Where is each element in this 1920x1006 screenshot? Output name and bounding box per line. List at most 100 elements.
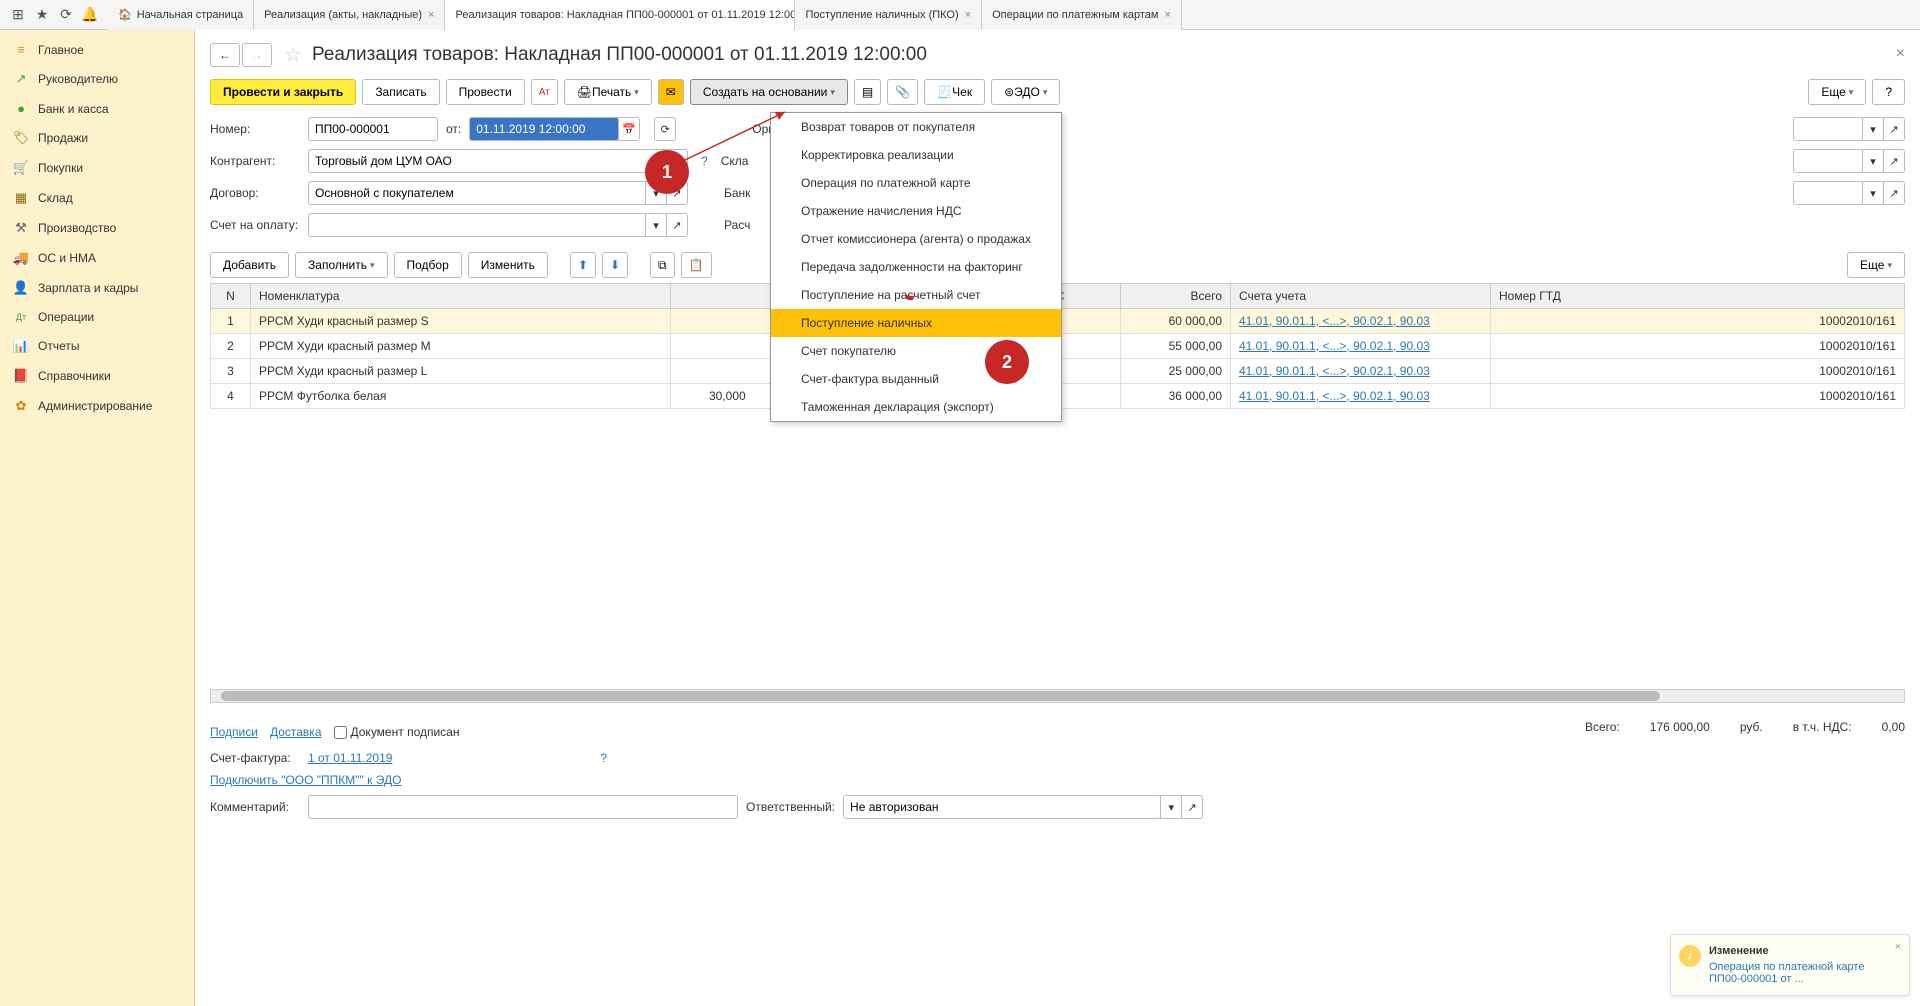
dropdown-item[interactable]: Передача задолженности на факторинг bbox=[771, 253, 1061, 281]
email-button[interactable]: ✉ bbox=[658, 79, 684, 105]
contract-input[interactable] bbox=[308, 181, 646, 205]
counterparty-input[interactable] bbox=[308, 149, 667, 173]
sidebar-item-reports[interactable]: 📊Отчеты bbox=[0, 331, 194, 361]
attach-button[interactable]: 📎 bbox=[887, 79, 918, 105]
table-more-button[interactable]: Еще bbox=[1847, 252, 1905, 278]
more-button[interactable]: Еще bbox=[1808, 79, 1866, 105]
col-accounts[interactable]: Счета учета bbox=[1231, 284, 1491, 309]
help-icon[interactable]: ? bbox=[600, 751, 607, 765]
accounts-link[interactable]: 41.01, 90.01.1, <...>, 90.02.1, 90.03 bbox=[1239, 389, 1430, 403]
dropdown-item[interactable]: Возврат товаров от покупателя bbox=[771, 113, 1061, 141]
horizontal-scrollbar[interactable] bbox=[210, 689, 1905, 703]
bank-input[interactable] bbox=[1793, 181, 1863, 205]
post-and-close-button[interactable]: Провести и закрыть bbox=[210, 79, 356, 105]
fill-button[interactable]: Заполнить bbox=[295, 252, 387, 278]
dropdown-item[interactable]: Отчет комиссионера (агента) о продажах bbox=[771, 225, 1061, 253]
dropdown-icon[interactable]: ▾ bbox=[1160, 795, 1182, 819]
move-up-button[interactable]: ⬆ bbox=[570, 252, 596, 278]
dropdown-item[interactable]: Операция по платежной карте bbox=[771, 169, 1061, 197]
close-icon[interactable]: × bbox=[965, 9, 971, 21]
accounts-link[interactable]: 41.01, 90.01.1, <...>, 90.02.1, 90.03 bbox=[1239, 339, 1430, 353]
col-n[interactable]: N bbox=[211, 284, 251, 309]
refresh-icon[interactable]: ⟳ bbox=[654, 117, 676, 141]
dropdown-item[interactable]: Корректировка реализации bbox=[771, 141, 1061, 169]
date-input[interactable] bbox=[469, 117, 619, 141]
move-down-button[interactable]: ⬇ bbox=[602, 252, 628, 278]
dropdown-icon[interactable]: ▾ bbox=[1862, 117, 1884, 141]
invoice-input[interactable] bbox=[308, 213, 646, 237]
close-icon[interactable]: × bbox=[1164, 9, 1170, 21]
close-icon[interactable]: × bbox=[428, 9, 434, 21]
warehouse-input[interactable] bbox=[1793, 149, 1863, 173]
tab-cash-receipt[interactable]: Поступление наличных (ПКО)× bbox=[795, 0, 982, 30]
col-total[interactable]: Всего bbox=[1121, 284, 1231, 309]
post-button[interactable]: Провести bbox=[446, 79, 525, 105]
sidebar-item-sales[interactable]: 🏷Продажи bbox=[0, 123, 194, 153]
create-based-button[interactable]: Создать на основании bbox=[690, 79, 848, 105]
sidebar-item-production[interactable]: ⚒Производство bbox=[0, 213, 194, 243]
delivery-link[interactable]: Доставка bbox=[270, 725, 322, 739]
back-button[interactable]: ← bbox=[210, 43, 240, 67]
col-name[interactable]: Номенклатура bbox=[251, 284, 671, 309]
sidebar-item-catalogs[interactable]: 📕Справочники bbox=[0, 361, 194, 391]
open-icon[interactable]: ↗ bbox=[1883, 117, 1905, 141]
accounts-link[interactable]: 41.01, 90.01.1, <...>, 90.02.1, 90.03 bbox=[1239, 314, 1430, 328]
col-gtd[interactable]: Номер ГТД bbox=[1491, 284, 1905, 309]
sidebar-item-hr[interactable]: 👤Зарплата и кадры bbox=[0, 273, 194, 303]
dropdown-icon[interactable]: ▾ bbox=[1862, 181, 1884, 205]
favorite-icon[interactable]: ☆ bbox=[284, 42, 302, 67]
help-button[interactable]: ? bbox=[1872, 79, 1905, 105]
number-input[interactable] bbox=[308, 117, 438, 141]
edo-button[interactable]: ⊜ ЭДО bbox=[991, 79, 1060, 105]
close-icon[interactable]: × bbox=[1896, 45, 1905, 63]
dropdown-item[interactable]: Отражение начисления НДС bbox=[771, 197, 1061, 225]
open-icon[interactable]: ↗ bbox=[1883, 149, 1905, 173]
forward-button[interactable]: → bbox=[242, 43, 272, 67]
sidebar-item-main[interactable]: ≡Главное bbox=[0, 35, 194, 64]
dt-kt-button[interactable]: Ат bbox=[531, 79, 558, 105]
select-button[interactable]: Подбор bbox=[394, 252, 462, 278]
dropdown-icon[interactable]: ▾ bbox=[645, 213, 667, 237]
open-icon[interactable]: ↗ bbox=[1883, 181, 1905, 205]
sidebar-item-manager[interactable]: ↗Руководителю bbox=[0, 64, 194, 94]
tab-sales-doc[interactable]: Реализация товаров: Накладная ПП00-00000… bbox=[445, 0, 795, 30]
history-icon[interactable]: ⟳ bbox=[56, 5, 76, 25]
dropdown-item[interactable]: Поступление на расчетный счет bbox=[771, 281, 1061, 309]
related-button[interactable]: ▤ bbox=[854, 79, 881, 105]
signatures-link[interactable]: Подписи bbox=[210, 725, 258, 739]
edit-button[interactable]: Изменить bbox=[468, 252, 548, 278]
tab-home[interactable]: 🏠Начальная страница bbox=[108, 0, 254, 30]
sidebar-item-admin[interactable]: ✿Администрирование bbox=[0, 391, 194, 421]
invoice-fact-link[interactable]: 1 от 01.11.2019 bbox=[308, 751, 392, 765]
favorites-icon[interactable]: ★ bbox=[32, 5, 52, 25]
dropdown-item[interactable]: Поступление наличных bbox=[771, 309, 1061, 337]
sidebar-item-purchases[interactable]: 🛒Покупки bbox=[0, 153, 194, 183]
sidebar-item-bank[interactable]: ●Банк и касса bbox=[0, 94, 194, 123]
org-input[interactable] bbox=[1793, 117, 1863, 141]
sidebar-item-assets[interactable]: 🚚ОС и НМА bbox=[0, 243, 194, 273]
sidebar-item-operations[interactable]: ДтОперации bbox=[0, 303, 194, 331]
open-icon[interactable]: ↗ bbox=[666, 213, 688, 237]
receipt-button[interactable]: 🧾 Чек bbox=[924, 79, 985, 105]
notification-link[interactable]: Операция по платежной карте ПП00-000001 … bbox=[1709, 961, 1899, 985]
paste-button[interactable]: 📋 bbox=[681, 252, 712, 278]
accounts-link[interactable]: 41.01, 90.01.1, <...>, 90.02.1, 90.03 bbox=[1239, 364, 1430, 378]
add-row-button[interactable]: Добавить bbox=[210, 252, 289, 278]
connect-edo-link[interactable]: Подключить "ООО "ППКМ"" к ЭДО bbox=[210, 773, 401, 787]
help-icon[interactable]: ? bbox=[701, 154, 708, 168]
sidebar-item-warehouse[interactable]: ▦Склад bbox=[0, 183, 194, 213]
tab-card-operations[interactable]: Операции по платежным картам× bbox=[982, 0, 1182, 30]
open-icon[interactable]: ↗ bbox=[1181, 795, 1203, 819]
dropdown-item[interactable]: Таможенная декларация (экспорт) bbox=[771, 393, 1061, 421]
notifications-icon[interactable]: 🔔 bbox=[80, 5, 100, 25]
calendar-icon[interactable]: 📅 bbox=[618, 117, 640, 141]
responsible-input[interactable] bbox=[843, 795, 1161, 819]
copy-button[interactable]: ⧉ bbox=[650, 252, 675, 278]
comment-input[interactable] bbox=[308, 795, 738, 819]
apps-icon[interactable]: ⊞ bbox=[8, 5, 28, 25]
signed-checkbox[interactable] bbox=[334, 726, 347, 739]
save-button[interactable]: Записать bbox=[362, 79, 439, 105]
print-button[interactable]: 🖨 Печать bbox=[564, 79, 652, 105]
tab-sales-list[interactable]: Реализация (акты, накладные)× bbox=[254, 0, 445, 30]
dropdown-icon[interactable]: ▾ bbox=[1862, 149, 1884, 173]
